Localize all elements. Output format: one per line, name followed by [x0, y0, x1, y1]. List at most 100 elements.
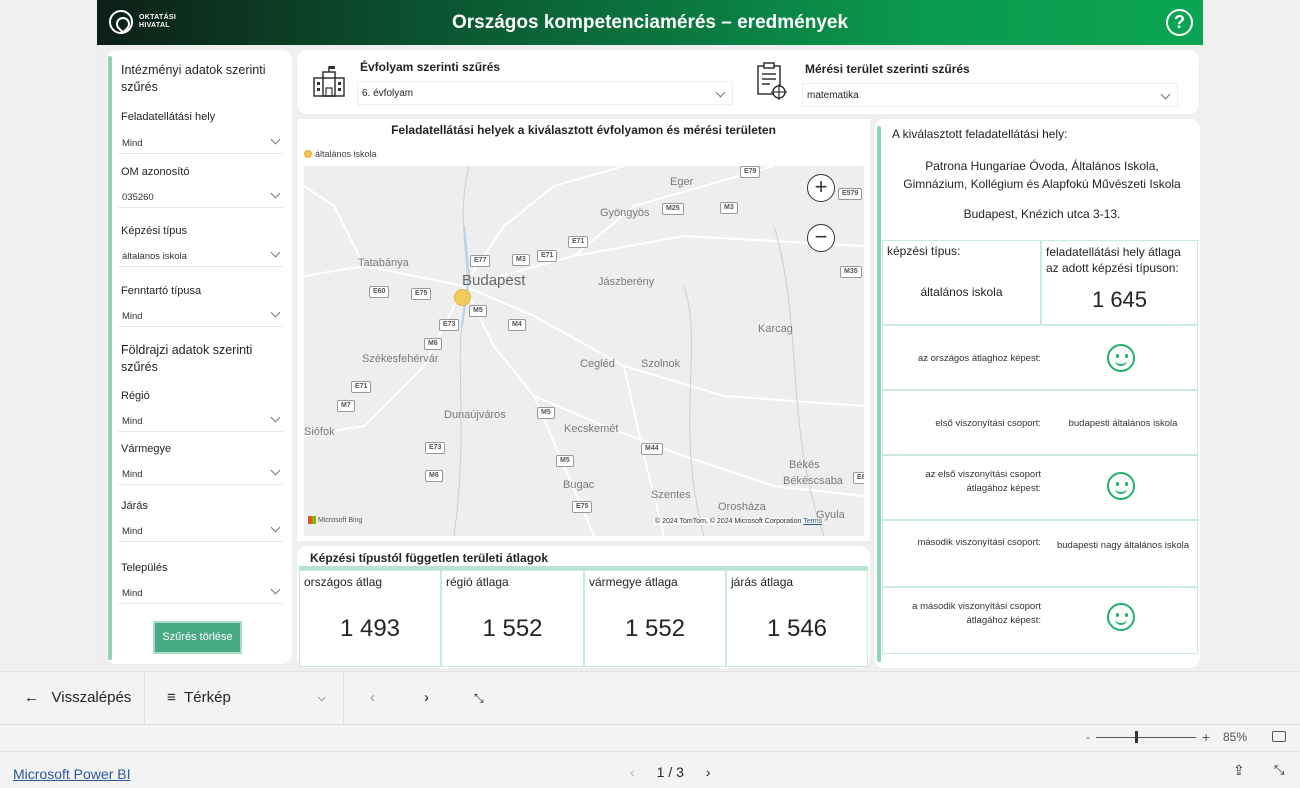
- legend-label: általános iskola: [315, 149, 377, 159]
- road-shield: M5: [556, 455, 574, 467]
- area-averages-card: Képzési típustól független területi átla…: [297, 546, 870, 668]
- road-shield: M6: [425, 470, 443, 482]
- page-navigator: ‹ 1 / 3 ›: [630, 764, 711, 780]
- filter-label-district: Járás: [121, 500, 148, 512]
- chevron-down-icon: [270, 247, 281, 258]
- share-icon[interactable]: ⇪: [1233, 762, 1245, 779]
- map-city-label: Budapest: [462, 272, 526, 289]
- prev-page-icon[interactable]: ‹: [630, 764, 635, 780]
- road-shield: E579: [838, 188, 863, 200]
- avg-label: járás átlaga: [731, 575, 794, 589]
- fullscreen-icon[interactable]: ⤡: [1274, 762, 1284, 778]
- maintainer-dropdown[interactable]: Mind: [118, 306, 283, 327]
- filter-label-region: Régió: [121, 390, 150, 402]
- area-filter-label: Mérési terület szerinti szűrés: [805, 62, 970, 76]
- school-building-icon: [313, 66, 345, 97]
- second-group-row: második viszonyítási csoport: budapesti …: [882, 520, 1198, 587]
- om-dropdown-value: 035260: [122, 192, 154, 203]
- road-shield: M25: [662, 203, 684, 215]
- page-name: Térkép: [184, 689, 231, 706]
- map-city-label: Szentes: [651, 489, 691, 501]
- map-legend: általános iskola: [304, 149, 377, 159]
- site-dropdown-value: Mind: [122, 138, 143, 149]
- site-dropdown[interactable]: Mind: [118, 133, 283, 154]
- power-bi-link[interactable]: Microsoft Power BI: [13, 766, 130, 782]
- grade-dropdown[interactable]: 6. évfolyam: [357, 81, 733, 105]
- road-shield: E73: [439, 319, 460, 331]
- second-group-value: budapesti nagy általános iskola: [1056, 540, 1190, 551]
- zoom-in-button[interactable]: +: [1202, 729, 1210, 745]
- filter-label-site: Feladatellátási hely: [121, 111, 216, 123]
- district-dropdown[interactable]: Mind: [118, 521, 283, 542]
- collapse-icon[interactable]: ⤡: [474, 672, 484, 724]
- report-header: OKTATÁSI HIVATAL Országos kompetenciaméré…: [97, 0, 1203, 45]
- question-circle-icon[interactable]: ?: [1166, 9, 1193, 36]
- region-average-cell: régió átlaga 1 552: [441, 570, 584, 667]
- left-accent-bar: [108, 56, 112, 660]
- chevron-down-icon: [715, 87, 726, 98]
- county-dropdown-value: Mind: [122, 469, 143, 480]
- filter-label-county: Vármegye: [121, 443, 172, 455]
- zoom-out-icon[interactable]: −: [807, 224, 835, 252]
- attribution-text: © 2024 TomTom, © 2024 Microsoft Corporat…: [655, 518, 802, 525]
- smiley-icon: [1107, 603, 1135, 631]
- legend-dot: [304, 150, 312, 158]
- zoom-level: 85%: [1223, 730, 1248, 744]
- back-button[interactable]: ← Visszalépés: [24, 672, 131, 724]
- road-shield: M3: [512, 254, 530, 266]
- top-filter-bar: Évfolyam szerinti szűrés 6. évfolyam Mér…: [297, 50, 1199, 114]
- site-average-label: feladatellátási hely átlaga az adott kép…: [1046, 245, 1181, 275]
- chevron-down-icon: [270, 412, 281, 423]
- compare-label: az országos átlaghoz képest:: [917, 353, 1041, 364]
- selected-site-heading: A kiválasztott feladatellátási hely:: [892, 127, 1068, 141]
- area-dropdown[interactable]: matematika: [802, 83, 1178, 107]
- microsoft-logo-icon: [308, 516, 316, 524]
- zoom-in-icon[interactable]: +: [807, 174, 835, 202]
- avg-label: vármegye átlaga: [589, 575, 678, 589]
- settlement-dropdown[interactable]: Mind: [118, 583, 283, 604]
- training-type-cell: képzési típus: általános iskola: [882, 240, 1041, 325]
- map-city-label: Székesfehérvár: [362, 353, 439, 365]
- county-average-cell: vármegye átlaga 1 552: [584, 570, 726, 667]
- area-dropdown-value: matematika: [807, 90, 859, 101]
- zoom-slider[interactable]: [1096, 737, 1196, 738]
- page-selector[interactable]: ≡ Térkép ⌵: [167, 672, 332, 724]
- map-view[interactable]: Eger Gyöngyös Tatabánya Budapest Jászber…: [304, 166, 864, 536]
- map-city-label: Siófok: [304, 426, 335, 438]
- divider: [144, 672, 145, 724]
- compare-label: a második viszonyítási csoport átlagához…: [912, 601, 1041, 626]
- compare-label: első viszonyítási csoport:: [935, 418, 1041, 429]
- national-average-cell: országos átlag 1 493: [299, 570, 441, 667]
- smiley-icon: [1107, 344, 1135, 372]
- training-type-label: képzési típus:: [887, 244, 961, 258]
- zoom-slider-thumb[interactable]: [1135, 731, 1138, 743]
- chevron-down-icon: [270, 522, 281, 533]
- test-sheet-icon: [757, 62, 787, 100]
- school-map-marker[interactable]: [454, 289, 471, 306]
- county-dropdown[interactable]: Mind: [118, 464, 283, 485]
- next-page-button[interactable]: ›: [424, 672, 429, 724]
- averages-title: Képzési típustól független területi átla…: [310, 551, 549, 565]
- terms-link[interactable]: Terms: [803, 518, 822, 525]
- fit-to-page-icon[interactable]: [1272, 731, 1286, 742]
- om-dropdown[interactable]: 035260: [118, 187, 283, 208]
- region-dropdown[interactable]: Mind: [118, 411, 283, 432]
- avg-value: 1 546: [766, 615, 828, 642]
- chevron-down-icon: [270, 307, 281, 318]
- chevron-down-icon: ⌵: [317, 692, 326, 704]
- road-shield: E71: [568, 236, 589, 248]
- training-type-dropdown[interactable]: általános iskola: [118, 246, 283, 267]
- zoom-out-button[interactable]: -: [1086, 730, 1090, 744]
- grade-dropdown-value: 6. évfolyam: [362, 88, 414, 99]
- prev-page-button[interactable]: ‹: [370, 672, 375, 724]
- compare-label: második viszonyítási csoport:: [917, 537, 1041, 548]
- road-shield: M5: [469, 305, 487, 317]
- next-page-icon[interactable]: ›: [706, 764, 711, 780]
- avg-value: 1 493: [339, 615, 401, 642]
- arrow-left-icon: ←: [24, 689, 39, 706]
- clear-filters-button[interactable]: Szűrés törlése: [153, 621, 242, 654]
- road-shield: E73: [425, 442, 446, 454]
- map-city-label: Cegléd: [580, 358, 615, 370]
- bing-label: Microsoft Bing: [318, 516, 363, 524]
- filter-label-settlement: Település: [121, 562, 168, 574]
